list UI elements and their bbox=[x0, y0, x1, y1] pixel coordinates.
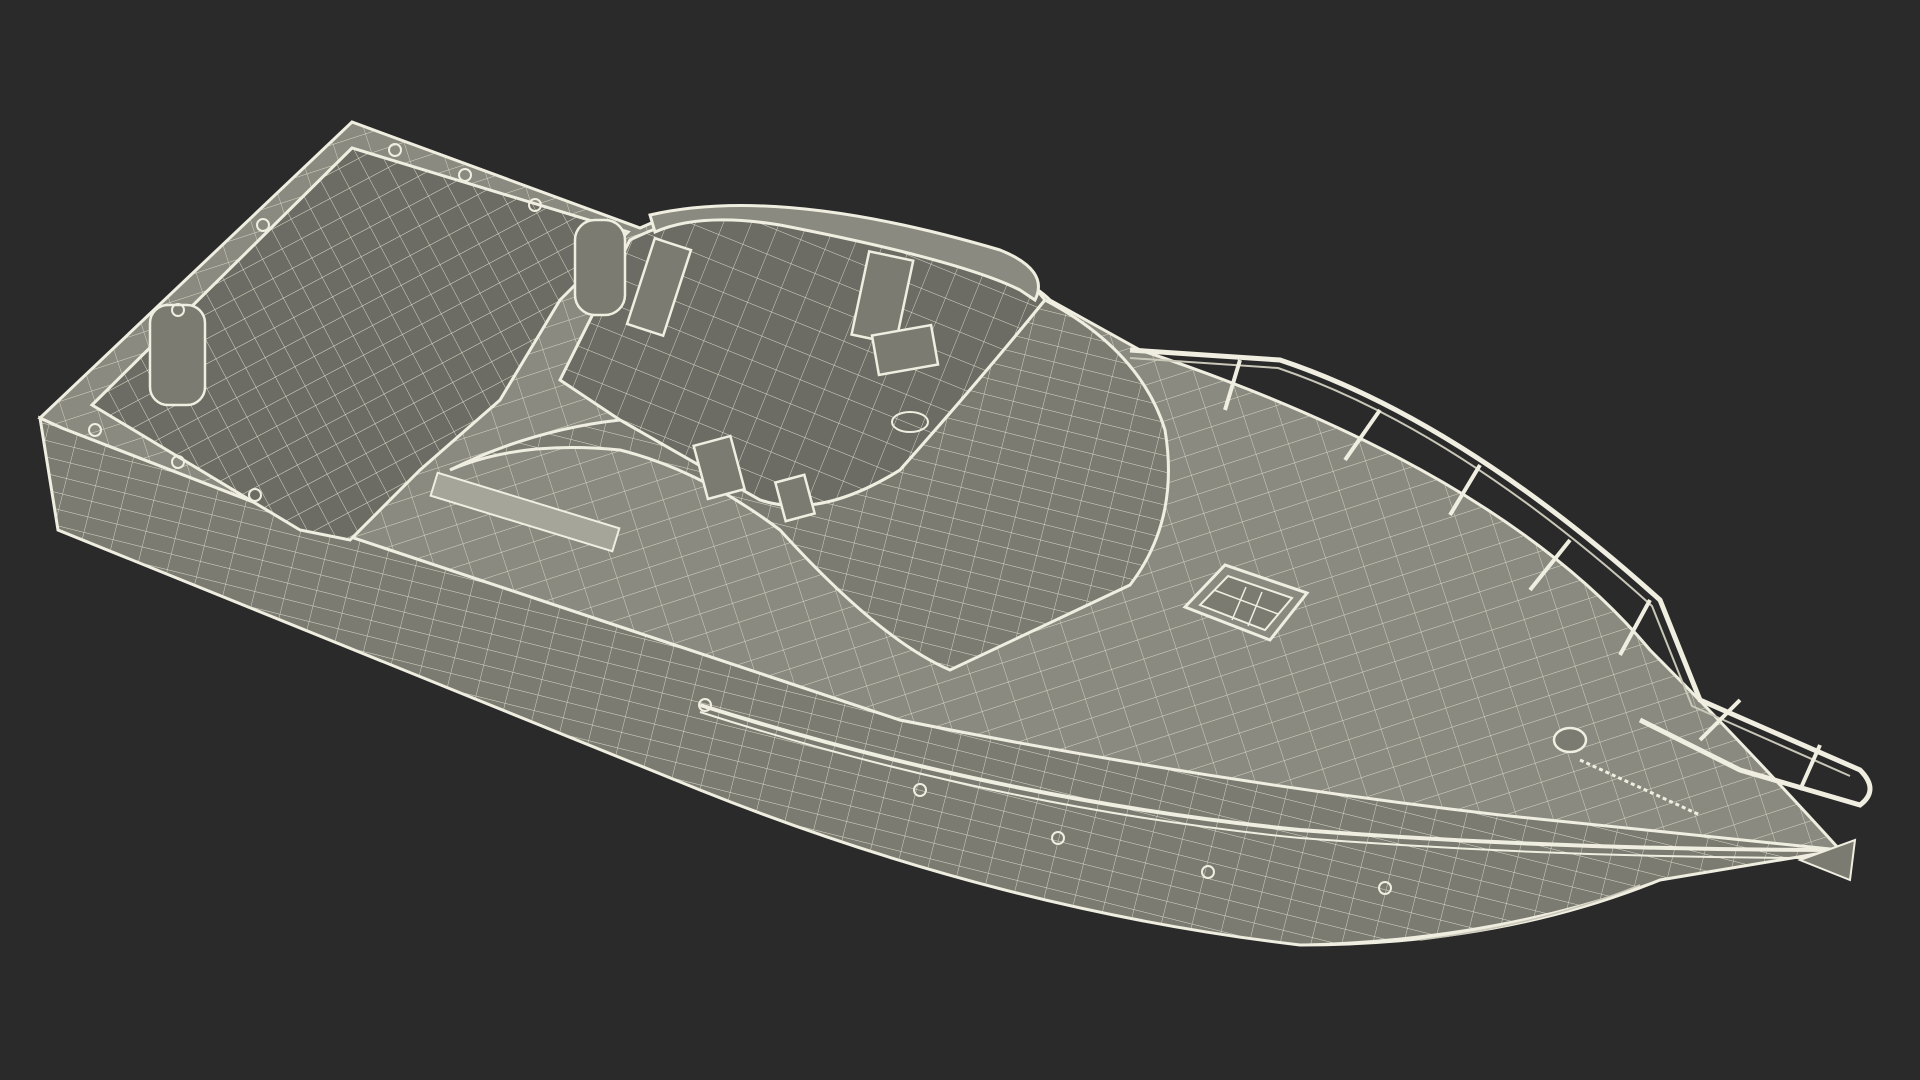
boat-wireframe-render bbox=[37, 120, 1873, 947]
render-viewport bbox=[0, 0, 1920, 1080]
